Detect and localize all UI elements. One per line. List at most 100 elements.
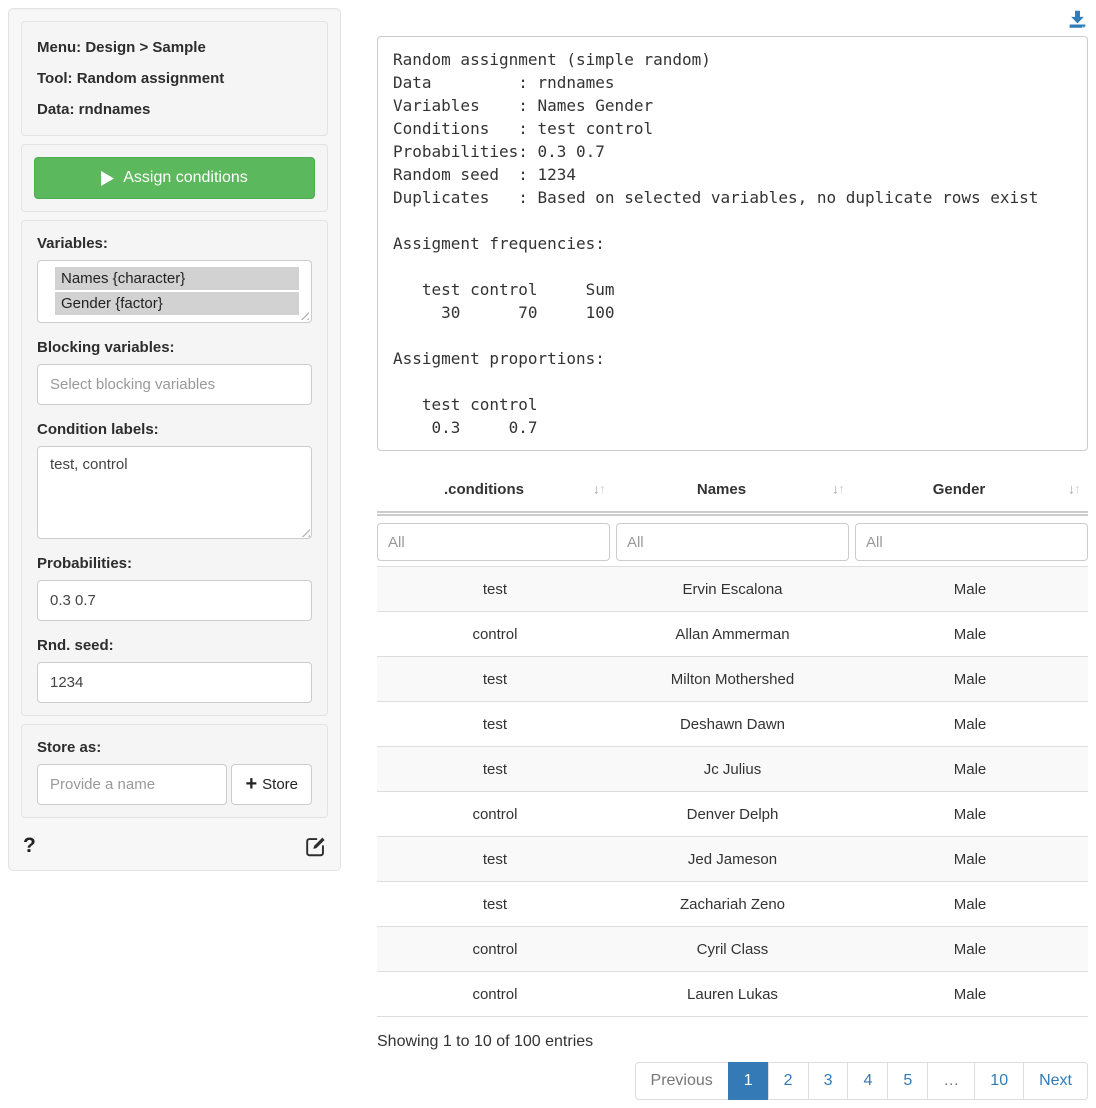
cell-name: Allan Ammerman xyxy=(613,612,852,657)
table-row: test Jed Jameson Male xyxy=(377,837,1088,882)
column-header-gender[interactable]: Gender ↓↑ xyxy=(852,467,1088,514)
summary-output: Random assignment (simple random) Data :… xyxy=(377,36,1088,451)
cell-name: Zachariah Zeno xyxy=(613,882,852,927)
pagination-page-3[interactable]: 3 xyxy=(809,1062,849,1100)
column-header-names[interactable]: Names ↓↑ xyxy=(613,467,852,514)
variables-option-gender[interactable]: Gender {factor} xyxy=(55,292,299,315)
column-label: Gender xyxy=(933,481,986,498)
cell-conditions: control xyxy=(377,927,613,972)
pagination: Previous 1 2 3 4 5 … 10 Next xyxy=(635,1062,1088,1100)
filter-input-names[interactable] xyxy=(616,523,849,561)
column-label: Names xyxy=(697,481,746,498)
assign-conditions-button[interactable]: Assign conditions xyxy=(34,157,315,199)
pagination-page-5[interactable]: 5 xyxy=(888,1062,928,1100)
cell-name: Lauren Lukas xyxy=(613,972,852,1017)
cell-gender: Male xyxy=(852,612,1088,657)
cell-name: Deshawn Dawn xyxy=(613,702,852,747)
play-icon xyxy=(101,171,114,186)
pagination-next[interactable]: Next xyxy=(1024,1062,1088,1100)
cell-conditions: control xyxy=(377,972,613,1017)
cell-name: Denver Delph xyxy=(613,792,852,837)
cell-conditions: control xyxy=(377,792,613,837)
variables-label: Variables: xyxy=(37,235,312,252)
assign-conditions-label: Assign conditions xyxy=(123,169,248,187)
pagination-page-1[interactable]: 1 xyxy=(729,1062,769,1100)
condition-labels-wrap: test, control xyxy=(37,446,312,539)
sidebar: Menu: Design > Sample Tool: Random assig… xyxy=(8,8,341,871)
table-row: control Denver Delph Male xyxy=(377,792,1088,837)
store-as-label: Store as: xyxy=(37,739,312,756)
table-row: test Zachariah Zeno Male xyxy=(377,882,1088,927)
cell-name: Jed Jameson xyxy=(613,837,852,882)
seed-label: Rnd. seed: xyxy=(37,637,312,654)
cell-gender: Male xyxy=(852,747,1088,792)
pagination-page-4[interactable]: 4 xyxy=(848,1062,888,1100)
cell-gender: Male xyxy=(852,927,1088,972)
app-container: Menu: Design > Sample Tool: Random assig… xyxy=(0,0,1096,1108)
condition-labels-label: Condition labels: xyxy=(37,421,312,438)
help-icon[interactable]: ? xyxy=(23,834,36,858)
cell-name: Cyril Class xyxy=(613,927,852,972)
cell-conditions: test xyxy=(377,657,613,702)
header-row: .conditions ↓↑ Names ↓↑ Gender ↓↑ xyxy=(377,467,1088,514)
column-label: .conditions xyxy=(444,481,524,498)
tool-name: Tool: Random assignment xyxy=(37,70,312,87)
store-name-input[interactable] xyxy=(37,764,227,805)
table-row: test Ervin Escalona Male xyxy=(377,567,1088,612)
assign-panel: Assign conditions xyxy=(21,144,328,212)
results-table: .conditions ↓↑ Names ↓↑ Gender ↓↑ xyxy=(377,467,1088,1017)
variables-select[interactable]: Names {character} Gender {factor} xyxy=(37,260,312,323)
filter-input-gender[interactable] xyxy=(855,523,1088,561)
form-panel: Variables: Names {character} Gender {fac… xyxy=(21,220,328,716)
cell-name: Ervin Escalona xyxy=(613,567,852,612)
cell-gender: Male xyxy=(852,792,1088,837)
table-row: test Jc Julius Male xyxy=(377,747,1088,792)
pagination-previous[interactable]: Previous xyxy=(635,1062,729,1100)
cell-conditions: test xyxy=(377,837,613,882)
download-icon[interactable] xyxy=(1067,8,1088,30)
cell-gender: Male xyxy=(852,882,1088,927)
main-panel: Random assignment (simple random) Data :… xyxy=(377,8,1088,1100)
download-row xyxy=(377,8,1088,34)
cell-conditions: test xyxy=(377,747,613,792)
sort-icon: ↓↑ xyxy=(1068,481,1080,497)
table-row: control Cyril Class Male xyxy=(377,927,1088,972)
menu-breadcrumb: Menu: Design > Sample xyxy=(37,39,312,56)
cell-name: Milton Mothershed xyxy=(613,657,852,702)
cell-conditions: control xyxy=(377,612,613,657)
sidebar-footer: ? xyxy=(21,826,328,858)
store-button-label: Store xyxy=(262,776,298,793)
pagination-row: Previous 1 2 3 4 5 … 10 Next xyxy=(377,1062,1088,1100)
pagination-page-2[interactable]: 2 xyxy=(769,1062,809,1100)
info-panel: Menu: Design > Sample Tool: Random assig… xyxy=(21,21,328,136)
filter-row xyxy=(377,514,1088,567)
seed-input[interactable] xyxy=(37,662,312,703)
cell-conditions: test xyxy=(377,702,613,747)
plus-icon: + xyxy=(245,774,257,794)
condition-labels-textarea[interactable]: test, control xyxy=(37,446,312,539)
blocking-variables-label: Blocking variables: xyxy=(37,339,312,356)
table-row: test Milton Mothershed Male xyxy=(377,657,1088,702)
probabilities-input[interactable] xyxy=(37,580,312,621)
table-row: test Deshawn Dawn Male xyxy=(377,702,1088,747)
variables-option-names[interactable]: Names {character} xyxy=(55,267,299,290)
cell-gender: Male xyxy=(852,657,1088,702)
blocking-variables-input[interactable] xyxy=(37,364,312,405)
cell-gender: Male xyxy=(852,702,1088,747)
resize-handle-icon[interactable] xyxy=(299,310,309,320)
filter-input-conditions[interactable] xyxy=(377,523,610,561)
cell-name: Jc Julius xyxy=(613,747,852,792)
table-info: Showing 1 to 10 of 100 entries xyxy=(377,1033,1088,1051)
cell-conditions: test xyxy=(377,882,613,927)
cell-conditions: test xyxy=(377,567,613,612)
pagination-page-10[interactable]: 10 xyxy=(975,1062,1024,1100)
store-button[interactable]: + Store xyxy=(231,764,312,805)
column-header-conditions[interactable]: .conditions ↓↑ xyxy=(377,467,613,514)
table-row: control Allan Ammerman Male xyxy=(377,612,1088,657)
cell-gender: Male xyxy=(852,567,1088,612)
sort-icon: ↓↑ xyxy=(593,481,605,497)
table-row: control Lauren Lukas Male xyxy=(377,972,1088,1017)
sort-icon: ↓↑ xyxy=(832,481,844,497)
store-panel: Store as: + Store xyxy=(21,724,328,818)
edit-report-icon[interactable] xyxy=(305,836,326,857)
